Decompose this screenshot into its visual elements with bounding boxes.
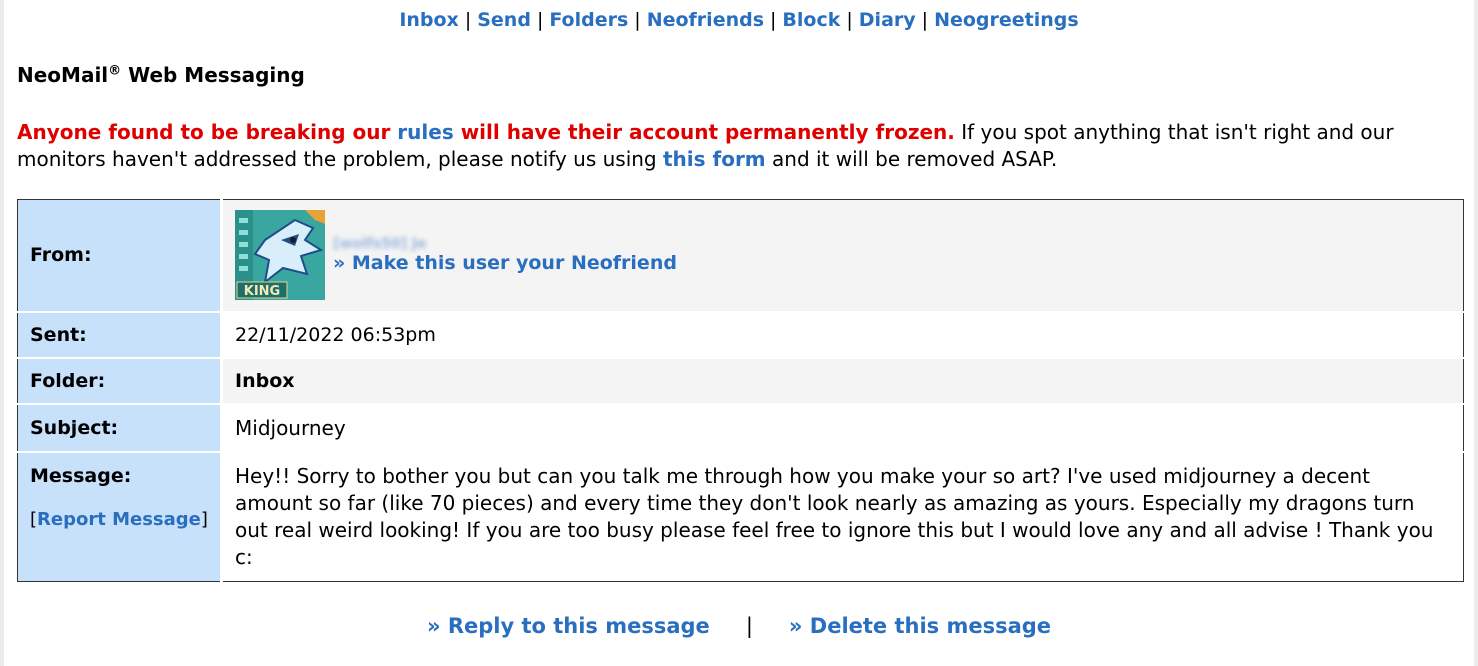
rules-link[interactable]: rules [397,120,453,144]
message-row: Message: [Report Message] Hey!! Sorry to… [17,450,1464,582]
sent-label: Sent: [17,310,223,358]
avatar-badge-text: KING [244,284,280,299]
from-label: From: [17,199,223,312]
nav-separator: | [921,9,929,31]
message-label: Message: [30,464,132,487]
warning-text-2: and it will be removed ASAP. [765,147,1058,171]
report-bracket-close: ] [200,508,208,530]
rules-warning: Anyone found to be breaking our rules wi… [17,119,1467,173]
nav-separator: | [634,9,641,31]
sent-value: 22/11/2022 06:53pm [221,310,1464,358]
from-row: From: KING [wolfs50] Je » Make this user… [17,199,1464,312]
make-neofriend-link[interactable]: » Make this user your Neofriend [333,252,677,274]
nav-send-link[interactable]: Send [477,9,531,31]
nav-folders-link[interactable]: Folders [549,9,628,31]
subject-row: Subject: Midjourney [17,402,1464,452]
message-body: Hey!! Sorry to bother you but can you ta… [221,450,1464,582]
delete-link[interactable]: » Delete this message [789,614,1051,638]
window-right-edge [1474,0,1478,666]
top-navigation: Inbox | Send | Folders | Neofriends | Block | Diar… [0,9,1478,31]
nav-neofriends-link[interactable]: Neofriends [647,9,764,31]
report-bracket-open: [ [30,508,38,530]
message-label-cell: Message: [Report Message] [17,450,223,582]
message-table: From: KING [wolfs50] Je » Make this user… [17,199,1464,582]
page-title-rest: Web Messaging [121,63,305,87]
window-left-edge [0,0,4,666]
nav-separator: | [770,9,777,31]
page-title: NeoMail® Web Messaging [17,63,305,87]
report-form-link[interactable]: this form [663,147,766,171]
nav-block-link[interactable]: Block [782,9,840,31]
subject-label: Subject: [17,402,223,452]
report-message-link[interactable]: Report Message [37,509,201,530]
folder-row: Folder: Inbox [17,356,1464,404]
actions-separator: | [745,614,753,638]
from-value: KING [wolfs50] Je » Make this user your … [221,199,1464,312]
folder-label: Folder: [17,356,223,404]
sender-username[interactable]: [wolfs50] Je [333,236,677,252]
nav-neogreetings-link[interactable]: Neogreetings [934,9,1079,31]
sender-avatar-icon[interactable]: KING [235,210,325,301]
subject-value: Midjourney [221,402,1464,452]
nav-diary-link[interactable]: Diary [859,9,916,31]
reply-link[interactable]: » Reply to this message [427,614,710,638]
registered-mark: ® [108,63,122,79]
nav-separator: | [846,9,853,31]
nav-inbox-link[interactable]: Inbox [399,9,459,31]
warning-red-text-2: will have their account permanently froz… [453,120,955,144]
folder-value: Inbox [221,356,1464,404]
warning-red-text-1: Anyone found to be breaking our [17,120,398,144]
page-title-main: NeoMail [17,63,109,87]
nav-separator: | [464,9,472,31]
sent-row: Sent: 22/11/2022 06:53pm [17,310,1464,358]
report-message: [Report Message] [30,509,219,530]
nav-separator: | [536,9,544,31]
message-actions: » Reply to this message | » Delete this me… [0,614,1478,638]
